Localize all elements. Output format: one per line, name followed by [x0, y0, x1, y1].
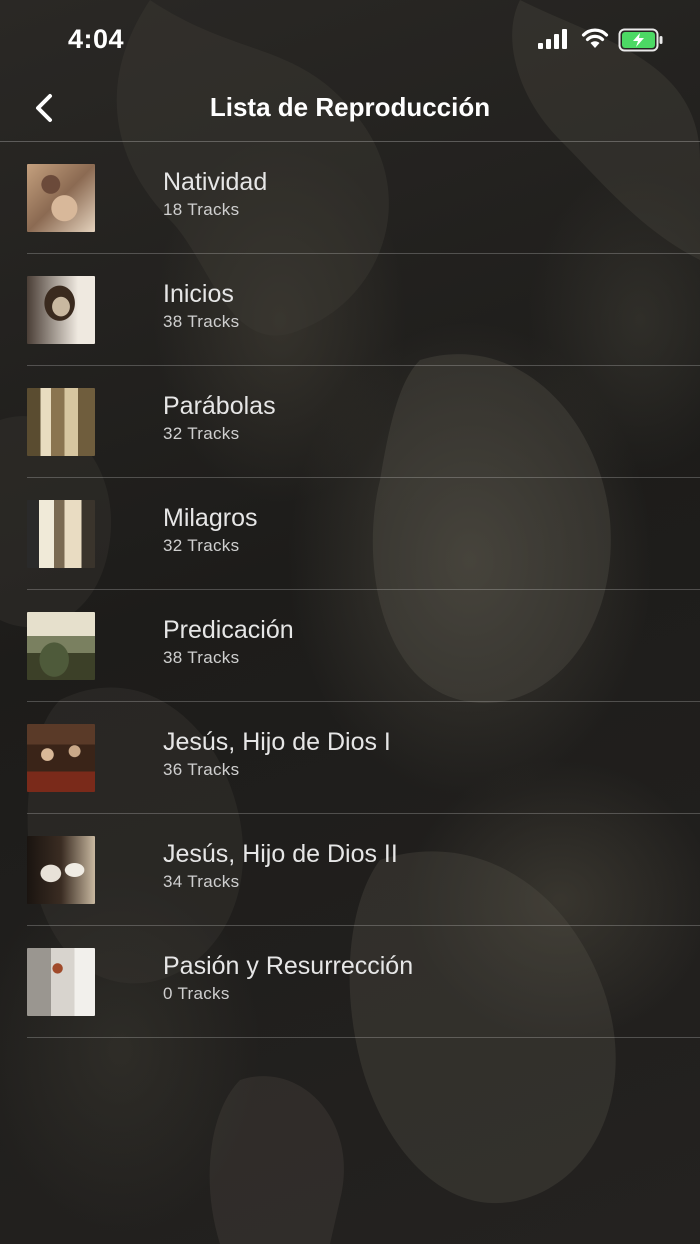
playlist-thumbnail — [27, 164, 95, 232]
playlist-row-predicacion[interactable]: Predicación 38 Tracks — [27, 590, 700, 702]
playlist-row-pasion[interactable]: Pasión y Resurrección 0 Tracks — [27, 926, 700, 1038]
playlist-thumbnail — [27, 388, 95, 456]
playlist-thumbnail — [27, 612, 95, 680]
battery-charging-icon — [618, 28, 663, 52]
playlist-title: Parábolas — [163, 392, 276, 420]
navigation-bar: Lista de Reproducción — [0, 80, 700, 142]
playlist-track-count: 36 Tracks — [163, 760, 240, 779]
playlist-row-hijo-de-dios-1[interactable]: Jesús, Hijo de Dios I 36 Tracks — [27, 702, 700, 814]
playlist-title: Predicación — [163, 616, 294, 644]
playlist-row-natividad[interactable]: Natividad 18 Tracks — [27, 142, 700, 254]
screen: 4:04 Lista de Reproducción Natividad 18 … — [0, 0, 700, 1244]
playlist-title: Inicios — [163, 280, 234, 308]
wifi-icon — [581, 28, 609, 48]
playlist-track-count: 32 Tracks — [163, 424, 240, 443]
playlist-thumbnail — [27, 500, 95, 568]
playlist-title: Jesús, Hijo de Dios I — [163, 728, 391, 756]
playlist-row-hijo-de-dios-2[interactable]: Jesús, Hijo de Dios II 34 Tracks — [27, 814, 700, 926]
playlist-row-milagros[interactable]: Milagros 32 Tracks — [27, 478, 700, 590]
playlist-title: Jesús, Hijo de Dios II — [163, 840, 398, 868]
signal-icon — [538, 29, 567, 49]
playlist-list: Natividad 18 Tracks Inicios 38 Tracks Pa… — [0, 142, 700, 1038]
playlist-track-count: 0 Tracks — [163, 984, 230, 1003]
status-bar: 4:04 — [0, 0, 700, 80]
playlist-track-count: 32 Tracks — [163, 536, 240, 555]
playlist-thumbnail — [27, 948, 95, 1016]
playlist-row-inicios[interactable]: Inicios 38 Tracks — [27, 254, 700, 366]
playlist-track-count: 18 Tracks — [163, 200, 240, 219]
playlist-title: Pasión y Resurrección — [163, 952, 414, 980]
playlist-thumbnail — [27, 724, 95, 792]
playlist-track-count: 38 Tracks — [163, 312, 240, 331]
playlist-title: Natividad — [163, 168, 268, 196]
playlist-track-count: 38 Tracks — [163, 648, 240, 667]
page-title: Lista de Reproducción — [209, 92, 491, 122]
playlist-track-count: 34 Tracks — [163, 872, 240, 891]
status-time: 4:04 — [68, 24, 125, 54]
playlist-thumbnail — [27, 836, 95, 904]
playlist-title: Milagros — [163, 504, 258, 532]
playlist-thumbnail — [27, 276, 95, 344]
playlist-row-parabolas[interactable]: Parábolas 32 Tracks — [27, 366, 700, 478]
